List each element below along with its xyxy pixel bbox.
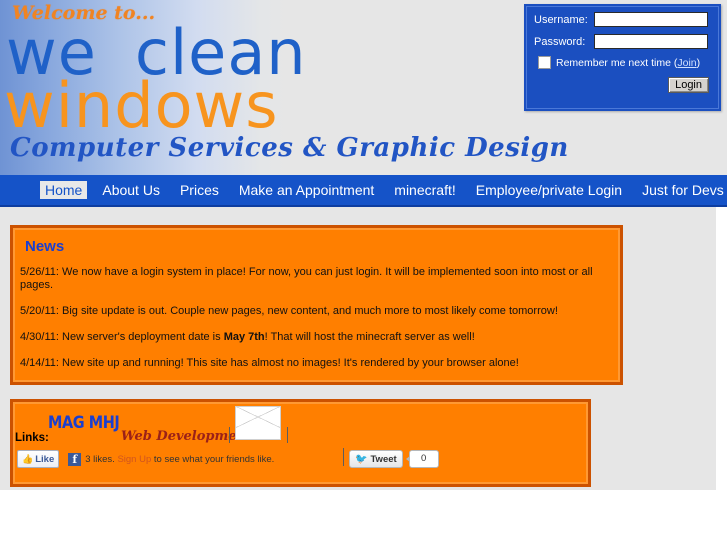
main-navigation: Home About Us Prices Make an Appointment min…	[0, 175, 727, 207]
news-item-text: New site up and running! This site has a…	[58, 357, 519, 369]
facebook-like-label: Like	[35, 453, 55, 465]
links-label: Links:	[15, 432, 49, 444]
thumbs-up-icon: 👍	[22, 453, 34, 464]
news-item-date: 4/14/11:	[20, 357, 59, 369]
facebook-like-widget: 👍 Like f 3 likes. Sign Up to see what yo…	[17, 450, 274, 468]
site-tagline: Computer Services & Graphic Design	[10, 133, 569, 163]
remember-text-end: )	[696, 56, 701, 69]
content-area: News 5/26/11: We now have a login system…	[0, 207, 716, 490]
news-item-text: New server's deployment date is	[58, 331, 224, 343]
login-button[interactable]: Login	[668, 77, 709, 93]
news-item: 4/14/11: New site up and running! This s…	[20, 357, 612, 370]
news-item-date: 5/26/11:	[20, 266, 59, 278]
nav-item-home[interactable]: Home	[40, 181, 88, 199]
nav-item-about-us[interactable]: About Us	[97, 181, 165, 199]
username-row: Username:	[534, 12, 711, 27]
facebook-signup-link[interactable]: Sign Up	[117, 454, 151, 465]
mag-mhj-brand[interactable]: MAG MHJ	[48, 413, 120, 433]
link-divider-right	[287, 427, 288, 443]
news-item-date: 5/20/11:	[20, 305, 59, 317]
news-list: 5/26/11: We now have a login system in p…	[20, 266, 612, 383]
logo-line-two: windows	[4, 69, 279, 142]
facebook-likes-suffix: to see what your friends like.	[151, 453, 275, 465]
news-item-text: We now have a login system in place! For…	[20, 266, 593, 291]
news-item: 5/26/11: We now have a login system in p…	[20, 266, 612, 292]
password-input[interactable]	[594, 34, 708, 49]
news-item-date: 4/30/11:	[20, 331, 59, 343]
twitter-share-widget: 🐦 Tweet 0	[349, 450, 439, 468]
facebook-logo-icon: f	[68, 452, 82, 466]
password-row: Password:	[534, 34, 711, 49]
facebook-likes-text: 3 likes. Sign Up to see what your friend…	[85, 454, 274, 465]
nav-item-employee-private-login[interactable]: Employee/private Login	[471, 181, 627, 199]
remember-text-start: Remember me next time (	[556, 56, 678, 69]
remember-me-label: Remember me next time (Join)	[556, 57, 700, 69]
tweet-label: Tweet	[370, 453, 397, 465]
news-heading: News	[25, 238, 65, 255]
web-development-tagline[interactable]: Web Development	[121, 429, 252, 444]
remember-me-row[interactable]: Remember me next time (Join)	[538, 56, 711, 69]
news-item: 4/30/11: New server's deployment date is…	[20, 331, 612, 344]
username-label: Username:	[534, 13, 588, 26]
password-label: Password:	[534, 35, 586, 48]
nav-item-prices[interactable]: Prices	[175, 181, 224, 199]
nav-item-make-an-appointment[interactable]: Make an Appointment	[234, 181, 379, 199]
page-root: Welcome to... we clean windows Computer S…	[0, 0, 727, 545]
nav-items-container: Home About Us Prices Make an Appointment min…	[0, 175, 727, 205]
login-box: Username: Password: Remember me next tim…	[524, 4, 721, 111]
news-item: 5/20/11: Big site update is out. Couple …	[20, 305, 612, 318]
twitter-bird-icon: 🐦	[355, 453, 368, 465]
envelope-icon	[235, 406, 281, 440]
username-input[interactable]	[594, 12, 708, 27]
email-link[interactable]	[235, 406, 281, 441]
link-divider-left	[229, 427, 230, 443]
facebook-like-button[interactable]: 👍 Like	[17, 450, 60, 468]
tweet-count[interactable]: 0	[405, 450, 439, 468]
join-link[interactable]: Join	[677, 57, 696, 69]
login-button-row: Login	[534, 77, 709, 93]
nav-item-just-for-devs[interactable]: Just for Devs	[637, 181, 727, 199]
site-header: Welcome to... we clean windows Computer S…	[0, 0, 727, 175]
nav-item-minecraft[interactable]: minecraft!	[389, 181, 460, 199]
tweet-button[interactable]: 🐦 Tweet	[349, 450, 403, 468]
news-item-text: Big site update is out. Couple new pages…	[58, 305, 558, 317]
links-panel: Links: MAG MHJ Web Development 👍 Like f …	[10, 399, 591, 487]
news-item-text-after: ! That will host the minecraft server as…	[264, 331, 475, 343]
twitter-divider	[343, 448, 344, 466]
facebook-likes-count-text: 3 likes.	[85, 453, 118, 465]
news-item-emphasis: May 7th	[223, 331, 265, 343]
remember-me-checkbox[interactable]	[538, 56, 551, 69]
news-panel: News 5/26/11: We now have a login system…	[10, 225, 623, 385]
